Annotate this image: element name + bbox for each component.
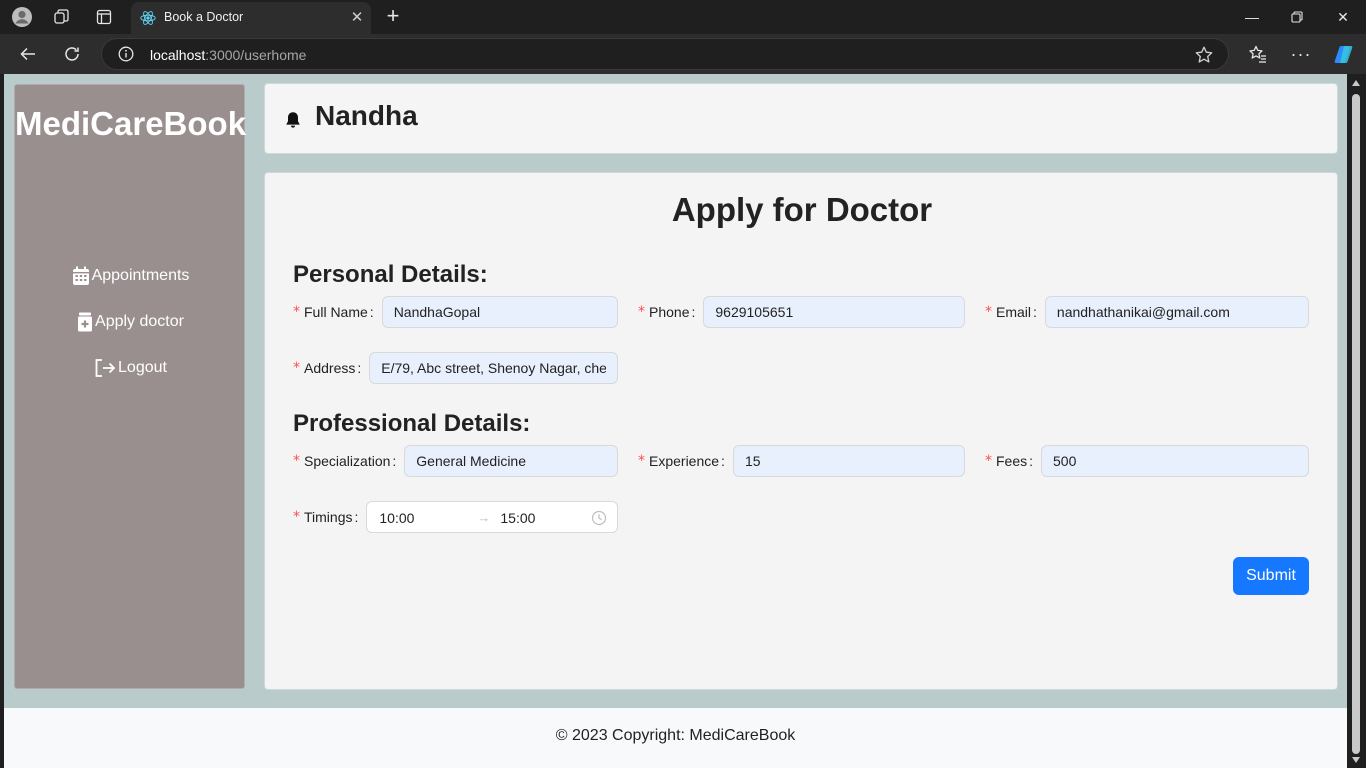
favorites-icon[interactable] <box>1245 41 1271 67</box>
new-tab-button[interactable]: + <box>380 4 406 30</box>
scroll-down-arrow-icon[interactable] <box>1352 757 1360 763</box>
refresh-icon[interactable] <box>59 41 85 67</box>
browser-nav-bar: localhost:3000/userhome ··· <box>0 34 1366 74</box>
sidebar-item-label: Appointments <box>91 267 190 284</box>
range-arrow-icon: → <box>477 510 491 525</box>
fees-label: Fees <box>996 453 1028 469</box>
specialization-input[interactable] <box>404 445 618 477</box>
timings-range-picker[interactable]: 10:00 → 15:00 <box>366 501 618 533</box>
medical-file-icon <box>78 312 93 332</box>
restore-icon[interactable] <box>1274 4 1320 30</box>
close-window-icon[interactable]: ✕ <box>1320 4 1366 30</box>
full-name-label: Full Name <box>304 304 368 320</box>
tab-title: Book a Doctor <box>164 10 244 24</box>
full-name-field: * Full Name: <box>293 296 618 328</box>
address-bar[interactable]: localhost:3000/userhome <box>101 38 1229 70</box>
sidebar-item-appointments[interactable]: Appointments <box>15 263 246 289</box>
profile-avatar-icon[interactable] <box>11 6 33 28</box>
brand-logo-text: MediCareBook <box>15 105 247 142</box>
browser-tab-bar: Book a Doctor ✕ + — ✕ <box>0 0 1366 34</box>
username: Nandha <box>315 100 418 131</box>
react-logo-icon <box>140 11 156 25</box>
favorite-star-icon[interactable] <box>1194 45 1214 65</box>
submit-button[interactable]: Submit <box>1233 557 1309 595</box>
footer: © 2023 Copyright: MediCareBook <box>4 708 1347 768</box>
sidebar-item-label: Apply doctor <box>95 313 184 330</box>
sidebar-item-label: Logout <box>118 359 167 376</box>
workspaces-icon[interactable] <box>51 6 73 28</box>
phone-label: Phone <box>649 304 690 320</box>
phone-input[interactable] <box>703 296 965 328</box>
address-field: * Address: <box>293 352 618 384</box>
calendar-icon <box>72 266 89 285</box>
timings-label: Timings <box>304 509 353 525</box>
address-label: Address <box>304 360 356 376</box>
fees-field: * Fees: <box>985 445 1309 477</box>
experience-label: Experience <box>649 453 720 469</box>
specialization-label: Specialization <box>304 453 391 469</box>
sidebar-item-apply-doctor[interactable]: Apply doctor <box>15 309 246 335</box>
clock-icon <box>591 510 607 526</box>
email-input[interactable] <box>1044 296 1309 328</box>
full-name-input[interactable] <box>381 296 618 328</box>
email-field: * Email: <box>985 296 1309 328</box>
start-time-input[interactable]: 10:00 <box>379 510 414 526</box>
logout-icon <box>95 359 116 377</box>
back-arrow-icon[interactable] <box>15 41 41 67</box>
professional-details-heading: Professional Details: <box>293 410 531 437</box>
experience-input[interactable] <box>732 445 965 477</box>
email-label: Email <box>996 304 1032 320</box>
site-info-icon[interactable] <box>118 46 134 62</box>
more-options-icon[interactable]: ··· <box>1288 41 1314 67</box>
fees-input[interactable] <box>1041 445 1309 477</box>
scroll-up-arrow-icon[interactable] <box>1352 80 1360 86</box>
copyright-text: © 2023 Copyright: MediCareBook <box>555 727 796 744</box>
personal-details-heading: Personal Details: <box>293 261 488 288</box>
close-tab-icon[interactable]: ✕ <box>347 8 367 28</box>
apply-doctor-form: Apply for Doctor Personal Details: * Ful… <box>264 172 1338 690</box>
phone-field: * Phone: <box>638 296 965 328</box>
sidebar: MediCareBook Appointments Apply doctor L… <box>14 84 247 689</box>
address-input[interactable] <box>369 352 618 384</box>
minimize-icon[interactable]: — <box>1229 4 1275 30</box>
browser-tab-active[interactable]: Book a Doctor ✕ <box>131 2 371 34</box>
specialization-field: * Specialization: <box>293 445 618 477</box>
sidebar-item-logout[interactable]: Logout <box>15 355 246 381</box>
page-title: Apply for Doctor <box>671 191 933 228</box>
bell-icon[interactable] <box>283 110 303 130</box>
web-page: MediCareBook Appointments Apply doctor L… <box>4 74 1347 768</box>
experience-field: * Experience: <box>638 445 965 477</box>
page-scrollbar[interactable] <box>1347 74 1366 768</box>
url-text: localhost:3000/userhome <box>150 47 307 63</box>
header-bar: Nandha <box>264 83 1338 154</box>
timings-field: * Timings: 10:00 → 15:00 <box>293 501 618 533</box>
end-time-input[interactable]: 15:00 <box>500 510 535 526</box>
tab-actions-icon[interactable] <box>93 6 115 28</box>
copilot-icon[interactable] <box>1331 41 1357 67</box>
scrollbar-thumb[interactable] <box>1352 94 1360 754</box>
